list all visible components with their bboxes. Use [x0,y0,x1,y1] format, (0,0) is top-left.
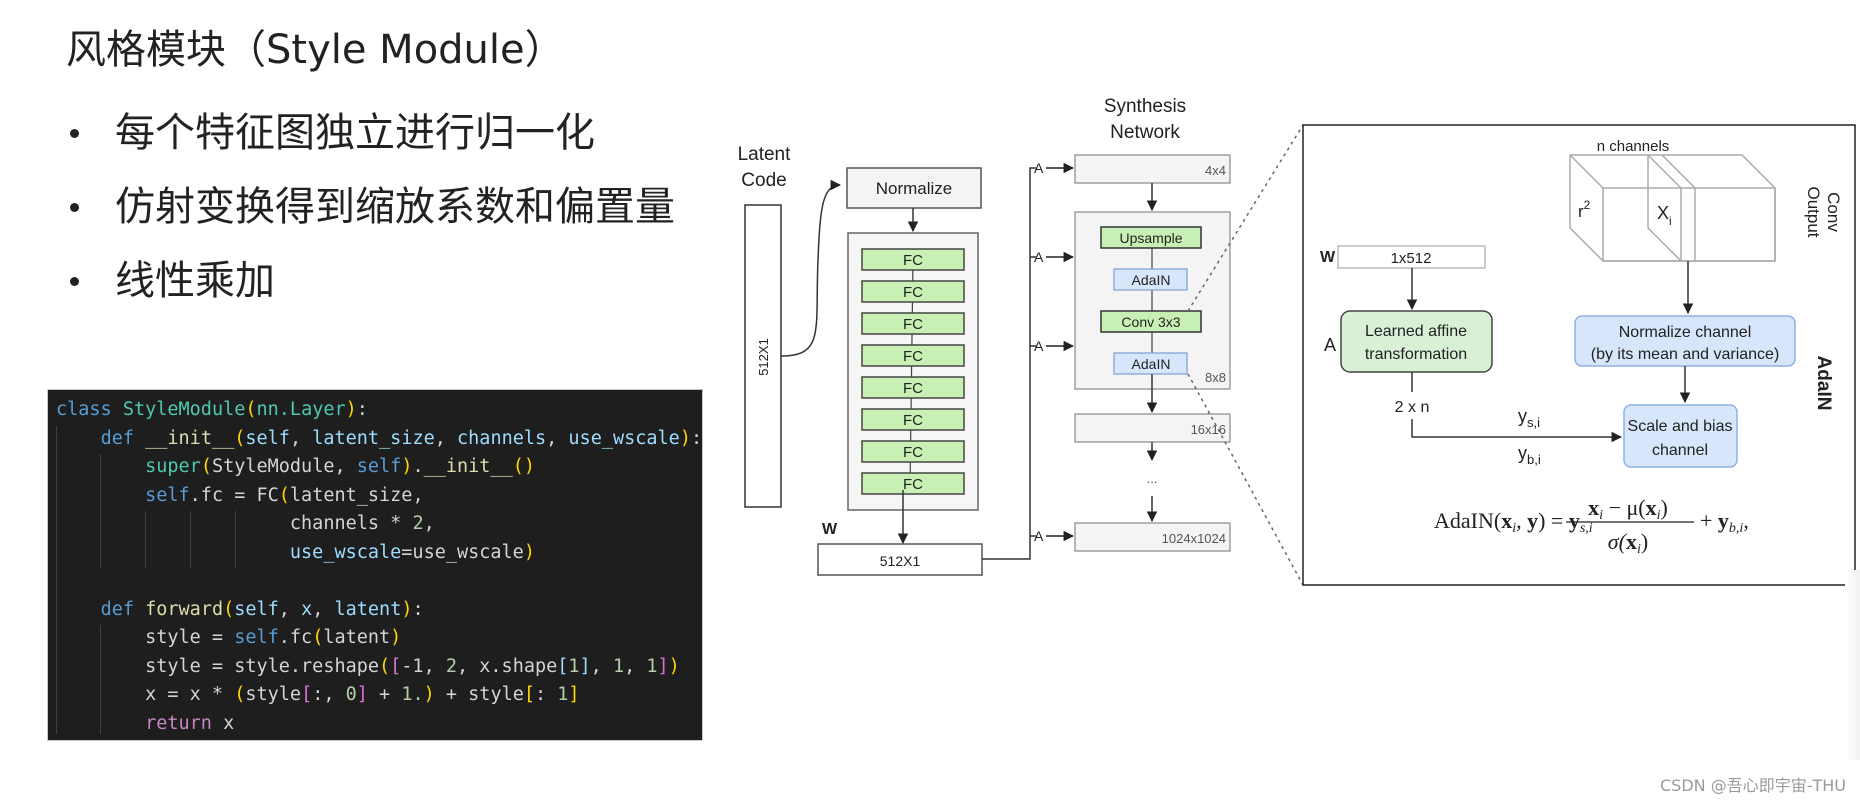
w-dim-label: 512X1 [880,553,921,569]
stylegan-diagram: Latent Code 512X1 Normalize FC FC FC FC FC FC… [738,96,1856,586]
res-label: 1024x1024 [1162,531,1226,546]
latent-code-label: Code [741,170,786,191]
affine-label: Learned affine [1365,323,1467,340]
style-bus [982,167,1036,560]
a-affine-label: A [1034,160,1044,176]
adain-formula: AdaIN(xi, y) = ys,i xi − μ(xi) σ(xi) + y… [1434,495,1749,557]
latent-dim-label: 512X1 [756,338,771,376]
scale-bias-label: Scale and bias [1628,418,1733,435]
adain-detail-panel: n channels r2 Xi Conv Output Normalize c… [1302,124,1856,586]
fc-layer-label: FC [903,252,923,269]
svg-text:+ yb,i,: + yb,i, [1700,508,1749,536]
scale-bias-label: channel [1652,442,1708,459]
a-affine-label: A [1034,249,1044,265]
w-label: W [1320,249,1336,266]
res-label: 4x4 [1205,163,1226,178]
two-n-label: 2 x n [1395,399,1430,416]
res-label: 8x8 [1205,370,1226,385]
watermark: CSDN @吾心即宇宙-THU [1660,776,1846,795]
synthesis-title: Synthesis [1104,96,1186,117]
upsample-label: Upsample [1119,230,1182,246]
normalize-channel-label: Normalize channel [1619,324,1752,341]
fc-layer-label: FC [903,476,923,493]
fc-layer-label: FC [903,444,923,461]
svg-text:σ(xi): σ(xi) [1608,529,1648,557]
latent-to-normalize-edge [780,179,842,357]
conv-output-label: Output [1804,186,1823,237]
fc-layer-label: FC [903,284,923,301]
w-label: W [822,521,838,538]
normalize-label: Normalize [876,179,953,198]
latent-code-label: Latent [738,144,792,165]
fc-layer-label: FC [903,316,923,333]
svg-text:xi − μ(xi): xi − μ(xi) [1588,495,1668,523]
conv-label: Conv 3x3 [1121,314,1180,330]
conv-output-cube [1569,154,1776,262]
a-affine-label: A [1034,528,1044,544]
n-channels-label: n channels [1597,138,1670,155]
fc-layer-label: FC [903,412,923,429]
a-label: A [1324,335,1336,355]
a-affine-label: A [1034,338,1044,354]
ys-label: ys,i [1518,406,1540,430]
ellipsis-label: ... [1147,471,1158,486]
fc-layer-label: FC [903,380,923,397]
synthesis-network: Synthesis Network 4x4 Upsample AdaIN Con… [1074,96,1231,552]
fc-layer-label: FC [903,348,923,365]
adain-label: AdaIN [1132,272,1171,288]
normalize-channel-label: (by its mean and variance) [1591,346,1780,363]
zoom-connector-bottom [1187,373,1304,586]
conv-output-label: Conv [1824,192,1843,232]
w-dim-label: 1x512 [1391,250,1432,267]
mapping-network: Latent Code 512X1 Normalize FC FC FC FC FC FC… [738,144,983,576]
adain-label: AdaIN [1132,356,1171,372]
adain-side-label: AdaIN [1813,356,1834,411]
page-edge-shadow [1846,570,1860,760]
r2-label: r2 [1578,198,1591,221]
affine-label: transformation [1365,346,1467,363]
xi-label: Xi [1657,203,1672,228]
res-label: 16x16 [1191,422,1226,437]
synthesis-title: Network [1110,122,1180,143]
yb-label: yb,i [1518,443,1541,467]
